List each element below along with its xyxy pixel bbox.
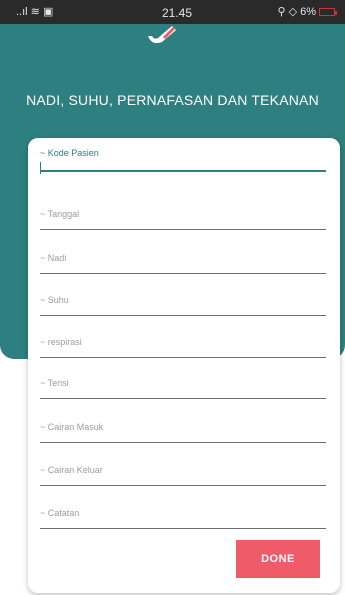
- battery-icon: [319, 7, 337, 16]
- text-cursor: [40, 162, 41, 174]
- catatan-field[interactable]: ~ Catatan: [40, 508, 326, 529]
- cairan-masuk-underline: [40, 442, 326, 443]
- nadi-label: ~ Nadi: [40, 253, 67, 263]
- cairan-keluar-label: ~ Cairan Keluar: [40, 465, 103, 475]
- done-button[interactable]: DONE: [236, 540, 320, 578]
- status-left-icons: ..ıl ≋ ▣: [16, 6, 54, 18]
- respirasi-label: ~ respirasi: [40, 337, 82, 347]
- thermometer-icon: [148, 26, 176, 44]
- catatan-label: ~ Catatan: [40, 508, 80, 518]
- respirasi-field[interactable]: ~ respirasi: [40, 337, 326, 358]
- suhu-underline: [40, 315, 326, 316]
- kode-pasien-underline: [40, 170, 326, 172]
- tanggal-label: ~ Tanggal: [40, 209, 80, 219]
- cairan-keluar-field[interactable]: ~ Cairan Keluar: [40, 465, 326, 486]
- suhu-field[interactable]: ~ Suhu: [40, 295, 326, 316]
- cairan-masuk-field[interactable]: ~ Cairan Masuk: [40, 422, 326, 443]
- status-bar: ..ıl ≋ ▣ 21.45 ⚲ ◇ 6%: [0, 0, 345, 24]
- status-icons: ⚲ ◇: [277, 6, 298, 18]
- nadi-underline: [40, 273, 326, 274]
- kode-pasien-field[interactable]: ~ Kode Pasien: [40, 148, 326, 174]
- form-card: ~ Kode Pasien ~ Tanggal ~ Nadi ~ Suhu ~ …: [28, 138, 340, 593]
- catatan-underline: [40, 528, 326, 529]
- signal-wifi-icons: ..ıl ≋ ▣: [16, 5, 53, 18]
- nadi-field[interactable]: ~ Nadi: [40, 253, 326, 274]
- status-right-icons: ⚲ ◇ 6%: [277, 5, 337, 18]
- tensi-label: ~ Tensi: [40, 378, 69, 388]
- suhu-label: ~ Suhu: [40, 295, 69, 305]
- status-time: 21.45: [162, 6, 193, 20]
- kode-pasien-label: ~ Kode Pasien: [40, 148, 99, 158]
- respirasi-underline: [40, 357, 326, 358]
- battery-percent: 6%: [300, 5, 316, 18]
- cairan-masuk-label: ~ Cairan Masuk: [40, 422, 104, 432]
- tensi-underline: [40, 398, 326, 399]
- tensi-field[interactable]: ~ Tensi: [40, 378, 326, 399]
- page-title: NADI, SUHU, PERNAFASAN DAN TEKANAN: [26, 92, 319, 108]
- tanggal-field[interactable]: ~ Tanggal: [40, 209, 326, 230]
- cairan-keluar-underline: [40, 485, 326, 486]
- tanggal-underline: [40, 229, 326, 230]
